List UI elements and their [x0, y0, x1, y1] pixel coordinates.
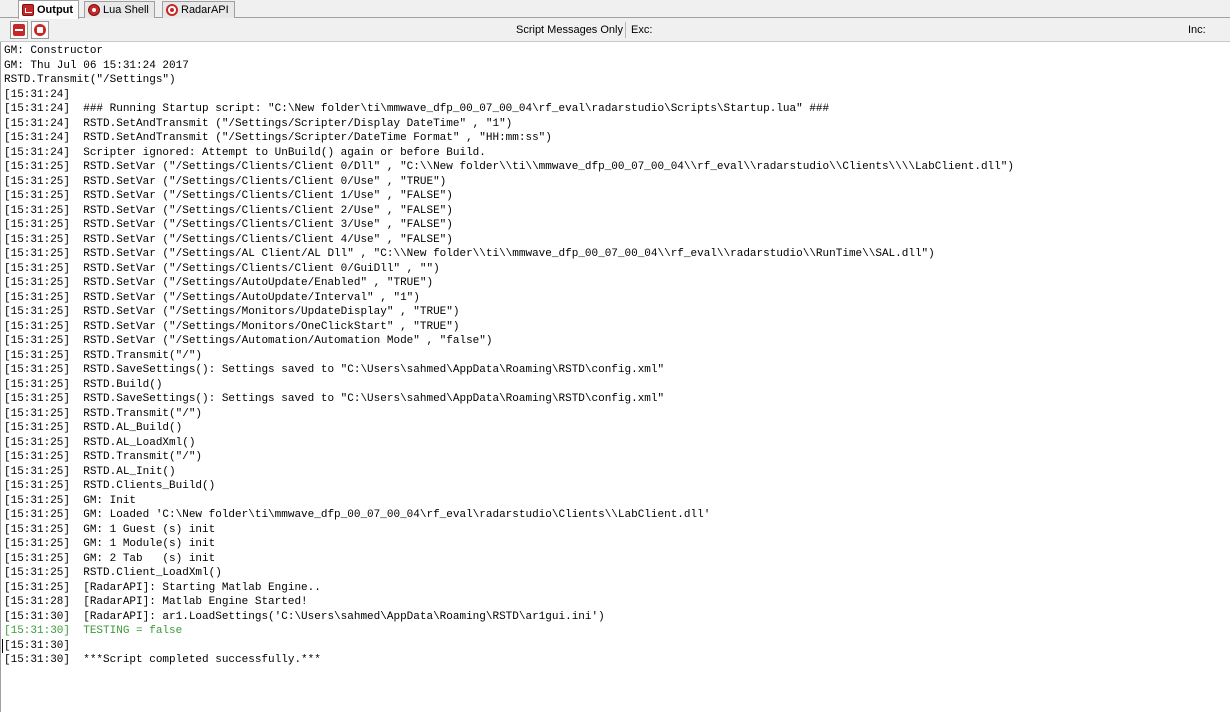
log-lines: GM: Constructor GM: Thu Jul 06 15:31:24 2… [2, 44, 1014, 668]
log-line: [15:31:25] RSTD.AL_Build() [4, 422, 183, 434]
log-line: [15:31:25] RSTD.SetVar ("/Settings/Clien… [4, 175, 447, 188]
tab-radar-api-label: RadarAPI [181, 3, 229, 16]
log-line: [15:31:30] TESTING = false [4, 625, 183, 637]
log-line: [15:31:25] GM: Init [4, 494, 137, 507]
log-line: [15:31:25] RSTD.SetVar ("/Settings/Clien… [4, 190, 453, 202]
lua-shell-icon [88, 4, 100, 16]
output-toolbar: Script Messages Only Exc: Inc: [0, 18, 1230, 42]
tab-output-label: Output [37, 3, 74, 16]
log-line: [15:31:25] RSTD.SetVar ("/Settings/AutoU… [4, 291, 420, 304]
script-messages-only-toggle[interactable]: Script Messages Only [516, 23, 623, 37]
log-line: [15:31:25] RSTD.SaveSettings(): Settings… [4, 364, 665, 376]
log-line: [15:31:25] GM: 1 Guest (s) init [4, 523, 216, 536]
tab-lua-shell[interactable]: Lua Shell [84, 1, 155, 18]
tab-output[interactable]: Output [18, 0, 80, 19]
log-line: [15:31:25] RSTD.SetVar ("/Settings/Clien… [4, 204, 453, 217]
log-line: [15:31:25] RSTD.Transmit("/") [4, 407, 203, 420]
tab-radar-api[interactable]: RadarAPI [162, 1, 235, 18]
log-line: [15:31:25] [RadarAPI]: Starting Matlab E… [4, 581, 321, 594]
stop-script-button[interactable] [31, 21, 49, 39]
log-line: [15:31:25] RSTD.SetVar ("/Settings/Clien… [4, 161, 1014, 173]
log-line: [15:31:24] RSTD.SetAndTransmit ("/Settin… [4, 132, 552, 144]
exclude-filter-label: Exc: [631, 24, 653, 36]
log-line: [15:31:25] RSTD.SetVar ("/Settings/Clien… [4, 262, 440, 275]
log-line: [15:31:25] RSTD.SaveSettings(): Settings… [4, 393, 665, 405]
log-line: [15:31:25] RSTD.Client_LoadXml() [4, 567, 222, 579]
log-line: [15:31:25] RSTD.SetVar ("/Settings/Autom… [4, 335, 493, 347]
stop-icon [34, 24, 46, 36]
tab-lua-shell-label: Lua Shell [103, 3, 149, 16]
log-line: [15:31:25] RSTD.Transmit("/") [4, 349, 203, 362]
radar-api-icon [166, 4, 178, 16]
log-line: [15:31:24] RSTD.SetAndTransmit ("/Settin… [4, 117, 513, 130]
log-line: RSTD.Transmit("/Settings") [4, 74, 176, 86]
log-line: [15:31:25] RSTD.SetVar ("/Settings/Clien… [4, 233, 453, 246]
log-line: [15:31:25] RSTD.Transmit("/") [4, 451, 203, 463]
log-line: [15:31:25] GM: 1 Module(s) init [4, 538, 216, 550]
include-filter-label: Inc: [1188, 24, 1206, 36]
log-line: [15:31:28] [RadarAPI]: Matlab Engine Sta… [4, 596, 308, 608]
log-line: GM: Constructor [4, 45, 104, 57]
log-line: [15:31:25] RSTD.AL_LoadXml() [4, 436, 196, 449]
clear-icon [13, 24, 25, 36]
output-icon [22, 4, 34, 16]
log-line: [15:31:25] RSTD.SetVar ("/Settings/AutoU… [4, 277, 434, 289]
clear-output-button[interactable] [10, 21, 28, 39]
output-window: Output Lua Shell RadarAPI Script Message… [0, 0, 1230, 712]
toolbar-divider [625, 22, 626, 38]
include-filter-input[interactable] [1208, 22, 1228, 38]
output-log-pane[interactable]: GM: Constructor GM: Thu Jul 06 15:31:24 2… [0, 42, 1230, 712]
log-line: [15:31:25] RSTD.SetVar ("/Settings/Clien… [4, 219, 453, 231]
log-line: [15:31:25] RSTD.SetVar ("/Settings/Monit… [4, 306, 460, 318]
log-line: GM: Thu Jul 06 15:31:24 2017 [4, 59, 189, 72]
log-line: [15:31:30] ***Script completed successfu… [4, 654, 321, 666]
log-line: [15:31:25] RSTD.Clients_Build() [4, 480, 216, 492]
log-line: [15:31:30] [2, 638, 1014, 653]
log-line: [15:31:25] RSTD.SetVar ("/Settings/Monit… [4, 320, 460, 333]
log-line: [15:31:30] [RadarAPI]: ar1.LoadSettings(… [4, 610, 605, 623]
log-line: [15:31:25] RSTD.Build() [4, 378, 163, 391]
log-line: [15:31:24] Scripter ignored: Attempt to … [4, 146, 486, 159]
log-line: [15:31:24] [4, 88, 71, 101]
log-line: [15:31:25] GM: Loaded 'C:\New folder\ti\… [4, 509, 711, 521]
log-line: [15:31:25] RSTD.SetVar ("/Settings/AL Cl… [4, 248, 935, 260]
exclude-filter-input[interactable] [655, 22, 1175, 38]
log-line: [15:31:25] RSTD.AL_Init() [4, 465, 176, 478]
log-line: [15:31:24] ### Running Startup script: "… [4, 103, 830, 115]
log-line: [15:31:25] GM: 2 Tab (s) init [4, 552, 216, 565]
tab-strip: Output Lua Shell RadarAPI [0, 0, 1230, 19]
